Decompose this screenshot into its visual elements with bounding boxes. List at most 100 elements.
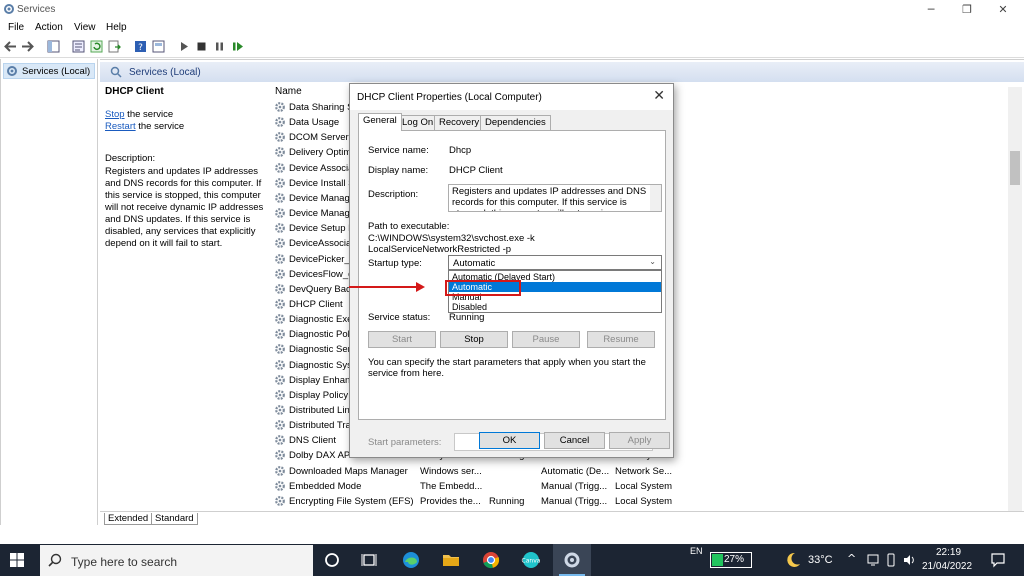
service-gear-icon (275, 223, 285, 234)
title-bar: Services ─ ❐ ✕ (0, 0, 1024, 20)
dialog-title: DHCP Client Properties (Local Computer) (357, 92, 542, 103)
start-button[interactable]: Start (368, 331, 436, 348)
service-name: Device Associat (289, 162, 357, 174)
tab-recovery[interactable]: Recovery (434, 115, 485, 130)
service-gear-icon (275, 405, 285, 415)
mmc-view-icon[interactable] (152, 40, 165, 53)
pause-button[interactable]: Pause (512, 331, 580, 348)
tree-item-services-local[interactable]: Services (Local) (3, 63, 95, 79)
start-service-icon[interactable] (177, 40, 190, 53)
description-scrollbar[interactable] (650, 185, 661, 211)
export-list-icon[interactable] (108, 40, 121, 53)
service-name-value: Dhcp (449, 145, 472, 156)
tab-standard[interactable]: Standard (151, 513, 198, 525)
service-name-label: Service name: (368, 145, 429, 156)
service-description: The Embedd... (420, 480, 483, 492)
tab-extended[interactable]: Extended (104, 513, 153, 525)
service-name: DevicePicker_d (289, 253, 355, 265)
column-header-name[interactable]: Name (275, 86, 302, 97)
taskbar-search[interactable]: Type here to search (40, 545, 313, 576)
weather-moon-icon[interactable] (784, 551, 802, 569)
task-view-icon[interactable] (359, 550, 379, 570)
tab-general[interactable]: General (358, 113, 402, 131)
clock-time[interactable]: 22:19 (936, 547, 961, 558)
file-explorer-icon[interactable] (441, 550, 461, 570)
service-name: Data Sharing S (289, 102, 354, 113)
network-icon[interactable] (866, 553, 880, 567)
service-gear-icon (275, 435, 285, 446)
service-name: Diagnostic Exe (289, 314, 353, 326)
service-gear-icon (275, 374, 285, 385)
path-value: C:\WINDOWS\system32\svchost.exe -k Local… (368, 233, 535, 255)
minimize-icon[interactable]: ─ (914, 0, 948, 20)
dialog-title-bar: DHCP Client Properties (Local Computer) … (350, 84, 673, 110)
restart-link-text: the service (135, 121, 185, 132)
restart-service-link[interactable]: Restart (105, 121, 136, 132)
stop-service-icon[interactable] (195, 40, 208, 53)
tab-log-on[interactable]: Log On (397, 115, 439, 130)
resume-button[interactable]: Resume (587, 331, 655, 348)
battery-indicator[interactable]: 27% (710, 552, 752, 568)
chevron-up-icon[interactable]: ^ (847, 552, 856, 565)
startup-type-value: Automatic (453, 258, 496, 269)
phone-link-icon[interactable] (884, 553, 898, 567)
chrome-icon[interactable] (481, 550, 501, 570)
restore-icon[interactable]: ❐ (950, 0, 984, 20)
service-name: Diagnostic Serv (289, 344, 356, 356)
properties-sheet-icon[interactable] (72, 40, 85, 53)
service-startup-type: Automatic (De... (541, 465, 610, 477)
service-startup-type: Manual (Trigg... (541, 495, 608, 507)
stop-service-link[interactable]: Stop (105, 109, 125, 120)
notifications-icon[interactable] (990, 552, 1006, 568)
edge-icon[interactable] (401, 550, 421, 570)
vertical-scrollbar[interactable] (1008, 87, 1022, 512)
option-disabled[interactable]: Disabled (449, 302, 661, 312)
panel-header-title: Services (Local) (129, 67, 201, 78)
search-icon (48, 553, 62, 567)
menu-help[interactable]: Help (106, 22, 127, 33)
temperature[interactable]: 33°C (808, 554, 833, 566)
restart-service-icon[interactable] (231, 40, 244, 53)
menu-view[interactable]: View (74, 22, 96, 33)
services-gear-icon (7, 66, 17, 76)
canva-icon[interactable]: Canva (521, 550, 541, 570)
scrollbar-thumb[interactable] (1010, 151, 1020, 185)
startup-type-select[interactable]: Automatic ⌄ (448, 255, 662, 270)
chevron-down-icon: ⌄ (649, 257, 656, 266)
forward-arrow-icon[interactable] (21, 40, 34, 53)
help-icon[interactable]: ? (134, 40, 147, 53)
close-icon[interactable]: ✕ (986, 0, 1020, 20)
service-name: Device Install S (289, 177, 355, 189)
pause-service-icon[interactable] (213, 40, 226, 53)
service-status-value: Running (449, 312, 485, 323)
start-params-label: Start parameters: (368, 437, 442, 448)
svg-text:?: ? (138, 43, 143, 53)
services-taskbar-button[interactable] (553, 544, 591, 576)
service-name: DevQuery Back (289, 283, 356, 295)
service-gear-icon (275, 177, 285, 188)
service-gear-icon (275, 314, 285, 324)
apply-button[interactable]: Apply (609, 432, 670, 449)
service-gear-icon (275, 283, 285, 294)
dialog-close-icon[interactable]: ✕ (653, 88, 665, 104)
cortana-icon[interactable] (322, 550, 342, 570)
windows-start-icon[interactable] (10, 553, 24, 567)
description-box[interactable]: Registers and updates IP addresses and D… (448, 184, 662, 212)
magnifier-icon (110, 66, 122, 78)
service-status-label: Service status: (368, 312, 431, 323)
cancel-button[interactable]: Cancel (544, 432, 605, 449)
tab-dependencies[interactable]: Dependencies (480, 115, 551, 130)
stop-button[interactable]: Stop (440, 331, 508, 348)
service-gear-icon (275, 344, 285, 355)
services-gear-icon (4, 4, 14, 14)
language-indicator[interactable]: EN (690, 546, 703, 556)
console-tree-icon[interactable] (47, 40, 60, 53)
refresh-icon[interactable] (90, 40, 103, 53)
back-arrow-icon[interactable] (4, 40, 17, 53)
ok-button[interactable]: OK (479, 432, 540, 449)
menu-action[interactable]: Action (35, 22, 63, 33)
service-status: Running (489, 495, 525, 507)
menu-file[interactable]: File (8, 22, 24, 33)
speaker-icon[interactable] (902, 553, 916, 567)
clock-date[interactable]: 21/04/2022 (922, 561, 972, 572)
